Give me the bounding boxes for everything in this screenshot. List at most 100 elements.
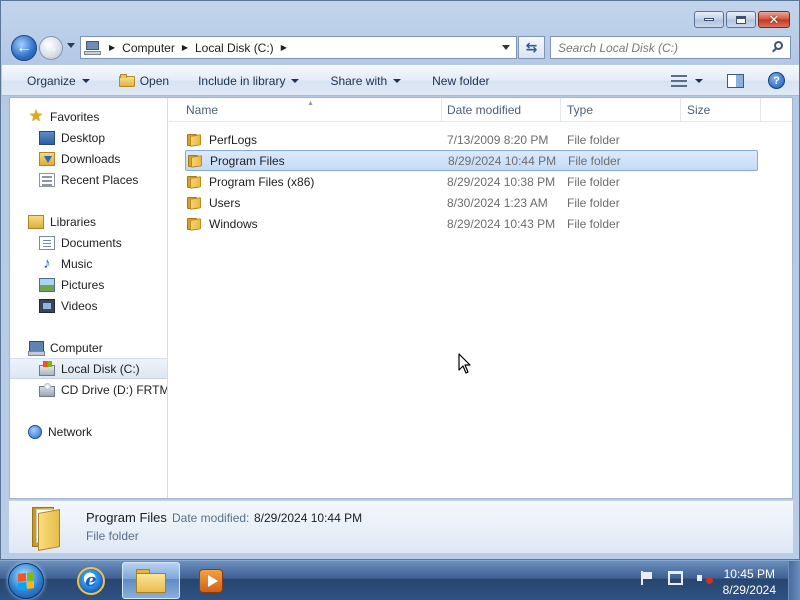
breadcrumb-item-local-disk[interactable]: Local Disk (C:)	[195, 41, 274, 55]
open-button[interactable]: Open	[99, 66, 178, 95]
share-with-label: Share with	[330, 73, 388, 88]
sidebar-item-downloads[interactable]: Downloads	[10, 148, 167, 169]
sidebar-item-pictures[interactable]: Pictures	[10, 274, 167, 295]
sidebar-item-network[interactable]: Network	[10, 421, 167, 442]
share-with-menu[interactable]: Share with	[308, 66, 410, 95]
taskbar-internet-explorer[interactable]: e	[62, 562, 120, 599]
sidebar-item-music[interactable]: ♪ Music	[10, 253, 167, 274]
network-status-icon[interactable]	[668, 571, 683, 585]
forward-button[interactable]: →	[39, 36, 63, 60]
column-header-date-modified[interactable]: Date modified	[441, 98, 561, 122]
sidebar-item-label: Recent Places	[61, 172, 139, 187]
sort-ascending-icon: ▲	[307, 100, 314, 107]
sidebar-item-label: Documents	[61, 235, 122, 250]
windows-logo-icon	[18, 572, 34, 590]
details-date-label: Date modified:	[172, 511, 250, 525]
network-icon	[28, 424, 42, 439]
chevron-down-icon	[81, 78, 90, 83]
downloads-icon	[39, 151, 55, 166]
breadcrumb-chevron-icon[interactable]: ▶	[109, 43, 115, 52]
show-desktop-button[interactable]	[788, 561, 800, 600]
folder-icon	[30, 505, 66, 551]
folder-icon	[187, 217, 203, 231]
taskbar-media-player[interactable]	[182, 562, 240, 599]
file-date-modified: 8/30/2024 1:23 AM	[447, 195, 548, 210]
folder-open-icon	[118, 74, 135, 87]
search-input[interactable]: Search Local Disk (C:)	[550, 36, 791, 59]
column-header-label: Size	[687, 103, 711, 117]
details-pane: Program Files Date modified: 8/29/2024 1…	[9, 500, 793, 553]
help-icon[interactable]: ?	[768, 72, 785, 89]
sidebar-item-libraries[interactable]: Libraries	[10, 211, 167, 232]
maximize-button[interactable]	[726, 11, 756, 28]
address-dropdown-icon[interactable]	[502, 45, 510, 50]
file-row[interactable]: Users 8/30/2024 1:23 AM File folder	[185, 192, 758, 213]
preview-pane-icon[interactable]	[727, 73, 744, 88]
recent-pages-dropdown-icon[interactable]	[67, 43, 75, 48]
details-file-type: File folder	[86, 529, 139, 543]
column-header-type[interactable]: Type	[561, 98, 681, 122]
pictures-icon	[39, 277, 55, 292]
sidebar-item-desktop[interactable]: Desktop	[10, 127, 167, 148]
breadcrumb-chevron-icon[interactable]: ▶	[281, 43, 287, 52]
sidebar-item-label: Videos	[61, 298, 98, 313]
music-icon: ♪	[43, 254, 51, 272]
search-icon[interactable]	[769, 39, 787, 57]
sidebar-item-documents[interactable]: Documents	[10, 232, 167, 253]
minimize-button[interactable]	[694, 11, 724, 28]
close-button[interactable]: ✕	[758, 11, 790, 28]
column-header-size[interactable]: Size	[681, 98, 761, 122]
start-button[interactable]	[8, 563, 44, 599]
sidebar-item-local-disk[interactable]: Local Disk (C:)	[10, 358, 167, 379]
file-list: Name ▲ Date modified Type Size PerfLogs …	[169, 98, 792, 498]
windows-explorer-icon	[136, 568, 166, 593]
file-row[interactable]: PerfLogs 7/13/2009 8:20 PM File folder	[185, 129, 758, 150]
sidebar-item-label: Pictures	[61, 277, 105, 292]
computer-icon	[84, 40, 102, 55]
breadcrumb-item-computer[interactable]: Computer	[122, 41, 175, 55]
local-disk-icon	[39, 361, 55, 376]
forward-arrow-icon: →	[43, 39, 59, 56]
mouse-cursor-icon	[458, 353, 471, 374]
maximize-icon	[736, 15, 746, 24]
clock-time: 10:45 PM	[723, 567, 775, 581]
file-row[interactable]: Windows 8/29/2024 10:43 PM File folder	[185, 213, 758, 234]
navigation-pane: ★ Favorites Desktop Downloads Recent Plac…	[10, 98, 168, 498]
file-row[interactable]: Program Files (x86) 8/29/2024 10:38 PM F…	[185, 171, 758, 192]
file-type: File folder	[567, 216, 620, 231]
new-folder-label: New folder	[432, 73, 490, 88]
file-type: File folder	[567, 195, 620, 210]
taskbar-windows-explorer[interactable]	[122, 562, 180, 599]
sidebar-item-cd-drive[interactable]: CD Drive (D:) FRTME	[10, 379, 167, 400]
file-date-modified: 8/29/2024 10:38 PM	[447, 174, 556, 189]
sidebar-item-favorites[interactable]: ★ Favorites	[10, 106, 167, 127]
folder-icon	[187, 133, 203, 147]
include-in-library-label: Include in library	[198, 73, 286, 88]
chevron-down-icon[interactable]	[695, 78, 703, 83]
volume-muted-icon[interactable]	[697, 571, 713, 585]
sidebar-item-videos[interactable]: Videos	[10, 295, 167, 316]
new-folder-button[interactable]: New folder	[410, 66, 498, 95]
file-date-modified: 7/13/2009 8:20 PM	[447, 132, 549, 147]
address-bar[interactable]: ▶ Computer ▶ Local Disk (C:) ▶	[80, 36, 517, 59]
system-clock[interactable]: 10:45 PM 8/29/2024	[723, 566, 776, 598]
file-row-selected[interactable]: Program Files 8/29/2024 10:44 PM File fo…	[185, 150, 758, 171]
libraries-icon	[28, 214, 44, 229]
desktop-icon	[39, 130, 55, 145]
sidebar-item-computer[interactable]: Computer	[10, 337, 167, 358]
sidebar-item-recent-places[interactable]: Recent Places	[10, 169, 167, 190]
breadcrumb-chevron-icon[interactable]: ▶	[182, 43, 188, 52]
sidebar-item-label: Libraries	[50, 214, 97, 229]
sidebar-item-label: Network	[48, 424, 93, 439]
content-area: ★ Favorites Desktop Downloads Recent Plac…	[9, 97, 793, 499]
back-button[interactable]: ←	[11, 35, 37, 61]
file-date-modified: 8/29/2024 10:43 PM	[447, 216, 556, 231]
include-in-library-menu[interactable]: Include in library	[178, 66, 308, 95]
minimize-icon	[704, 18, 714, 21]
change-view-icon[interactable]	[671, 74, 687, 87]
action-center-flag-icon[interactable]	[640, 571, 654, 585]
organize-menu[interactable]: Organize	[2, 66, 99, 95]
column-header-label: Date modified	[447, 103, 522, 117]
refresh-button[interactable]: ⇆	[518, 36, 545, 59]
open-label: Open	[139, 73, 170, 88]
